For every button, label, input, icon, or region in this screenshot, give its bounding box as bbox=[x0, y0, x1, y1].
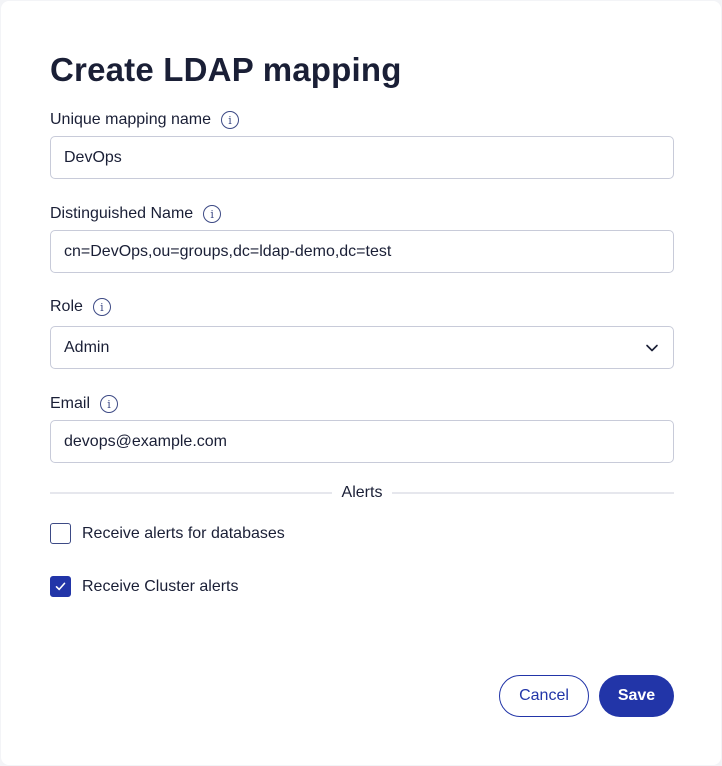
database-alerts-option[interactable]: Receive alerts for databases bbox=[50, 523, 285, 544]
cluster-alerts-checkbox[interactable] bbox=[50, 576, 71, 597]
cancel-button[interactable]: Cancel bbox=[499, 675, 589, 717]
alerts-divider: Alerts bbox=[50, 482, 674, 504]
mapping-name-value: DevOps bbox=[64, 148, 122, 166]
distinguished-name-value: cn=DevOps,ou=groups,dc=ldap-demo,dc=test bbox=[64, 242, 392, 260]
database-alerts-checkbox[interactable] bbox=[50, 523, 71, 544]
role-select[interactable]: Admin bbox=[50, 326, 674, 369]
info-icon[interactable]: i bbox=[203, 205, 222, 223]
cluster-alerts-label: Receive Cluster alerts bbox=[82, 577, 239, 595]
alerts-section-label: Alerts bbox=[341, 484, 383, 501]
role-label-row: Role i bbox=[50, 298, 111, 316]
role-label: Role bbox=[50, 298, 83, 315]
role-value: Admin bbox=[64, 338, 110, 356]
mapping-name-label: Unique mapping name bbox=[50, 111, 211, 128]
check-icon bbox=[55, 582, 66, 591]
info-icon[interactable]: i bbox=[221, 111, 239, 129]
info-icon[interactable]: i bbox=[92, 298, 111, 316]
info-icon[interactable]: i bbox=[100, 395, 119, 413]
distinguished-name-label: Distinguished Name bbox=[50, 205, 194, 222]
mapping-name-label-row: Unique mapping name i bbox=[50, 111, 239, 129]
email-value: devops@example.com bbox=[64, 432, 227, 450]
mapping-name-input[interactable]: DevOps bbox=[50, 136, 674, 179]
save-button[interactable]: Save bbox=[599, 675, 674, 717]
distinguished-name-input[interactable]: cn=DevOps,ou=groups,dc=ldap-demo,dc=test bbox=[50, 230, 674, 273]
dialog-title: Create LDAP mapping bbox=[50, 51, 402, 88]
email-input[interactable]: devops@example.com bbox=[50, 420, 674, 463]
cluster-alerts-option[interactable]: Receive Cluster alerts bbox=[50, 576, 239, 597]
create-ldap-mapping-dialog: Create LDAP mapping Unique mapping name … bbox=[1, 1, 721, 765]
email-label: Email bbox=[50, 395, 91, 412]
chevron-down-icon bbox=[646, 344, 658, 352]
distinguished-name-label-row: Distinguished Name i bbox=[50, 205, 222, 223]
database-alerts-label: Receive alerts for databases bbox=[82, 524, 285, 542]
email-label-row: Email i bbox=[50, 395, 119, 413]
